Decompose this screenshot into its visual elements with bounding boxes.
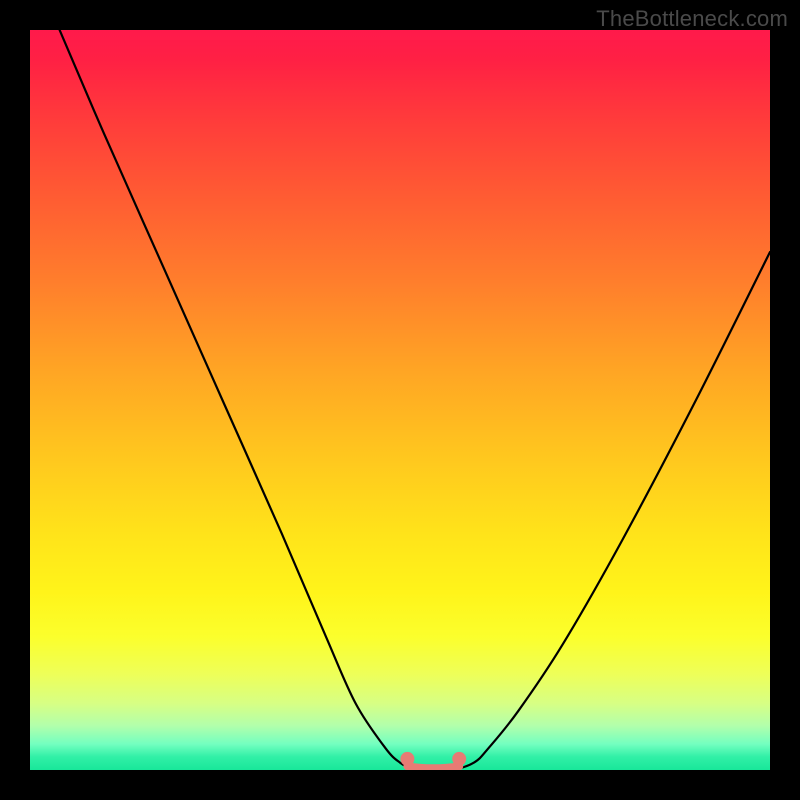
watermark-text: TheBottleneck.com xyxy=(596,6,788,32)
marker-left xyxy=(400,752,414,766)
marker-right xyxy=(452,752,466,766)
bottleneck-curve-path xyxy=(60,30,770,770)
chart-frame: TheBottleneck.com xyxy=(0,0,800,800)
flat-bottom-segment xyxy=(407,766,459,768)
plot-area xyxy=(30,30,770,770)
curve-svg xyxy=(30,30,770,770)
